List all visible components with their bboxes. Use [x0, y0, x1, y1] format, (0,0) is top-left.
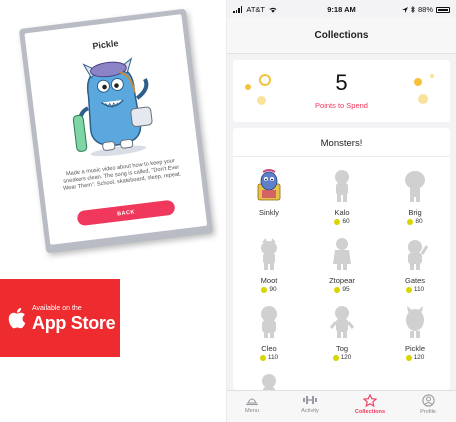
monster-cost-value: 110 [413, 286, 425, 293]
monster-cost: 120 [312, 354, 372, 361]
monster-cost-value: 90 [269, 286, 277, 293]
collections-screen: AT&T 9:18 AM 88% Collections 5 Points to… [226, 0, 456, 422]
status-bar: AT&T 9:18 AM 88% [227, 0, 456, 18]
monsters-card: Monsters! Sinkly Kalo 60 Brig 80 Moot 90… [233, 128, 450, 390]
screenshot-stage: Pickle Made a music video about how to k… [0, 0, 456, 422]
points-label: Points to Spend [315, 101, 368, 110]
activity-icon [303, 396, 317, 404]
monster-item-tog[interactable]: Tog 120 [312, 304, 372, 361]
monster-cost: 80 [385, 218, 445, 225]
monster-name: Tog [335, 344, 349, 353]
coin-icon [405, 286, 412, 293]
monster-item-brig[interactable]: Brig 80 [385, 168, 445, 225]
coin-icon [259, 354, 266, 361]
monster-detail-card: Pickle Made a music video about how to k… [18, 8, 214, 254]
tab-label: Activity [301, 408, 319, 414]
locked-monster-icon [405, 171, 425, 202]
locked-monster-icon [406, 306, 424, 338]
battery-icon [436, 6, 450, 13]
app-store-text: Available on the App Store [32, 304, 116, 333]
monster-cost: 90 [239, 286, 299, 293]
points-value: 5 [335, 70, 348, 95]
points-card: 5 Points to Spend [233, 60, 450, 122]
monster-cost-value: 110 [267, 354, 279, 361]
coin-icon [334, 218, 341, 225]
coin-icon [407, 218, 414, 225]
locked-monster-icon [335, 170, 349, 202]
monster-sinkly-icon [257, 169, 281, 201]
tab-label: Menu [245, 408, 259, 414]
locked-monster-icon [261, 238, 277, 270]
profile-icon [421, 394, 435, 407]
status-right: 88% [401, 5, 450, 14]
monster-name: Sinkly [258, 208, 279, 217]
monster-description: Made a music video about how to keep you… [62, 158, 182, 193]
locked-monster-icon [261, 306, 277, 338]
monster-item-gates[interactable]: Gates 110 [385, 236, 445, 293]
monster-illustration [72, 57, 153, 157]
apple-logo-icon [8, 307, 26, 329]
monster-cost: 60 [312, 218, 372, 225]
monster-item-pickle[interactable]: Pickle 120 [385, 304, 445, 361]
monster-name: Ztopear [329, 276, 355, 285]
monster-item-partial[interactable] [239, 372, 299, 390]
locked-monster-icon [262, 374, 276, 390]
monster-item-cleo[interactable]: Cleo 110 [239, 304, 299, 361]
monster-item-moot[interactable]: Moot 90 [239, 236, 299, 293]
monster-item-kalo[interactable]: Kalo 60 [312, 168, 372, 225]
monster-cost: 95 [312, 286, 372, 293]
detail-screen: Pickle Made a music video about how to k… [24, 14, 208, 245]
section-title: Monsters! [320, 138, 363, 149]
monster-name: Brig [408, 208, 422, 217]
monster-name: Cleo [261, 344, 277, 353]
monster-cost-value: 120 [413, 354, 425, 361]
monster-name: Moot [260, 276, 278, 285]
app-store-big-text: App Store [32, 312, 116, 333]
monster-name: Kalo [334, 208, 350, 217]
menu-icon [246, 398, 258, 406]
location-icon [401, 6, 408, 13]
monster-cost-value: 120 [340, 354, 352, 361]
monster-item-sinkly[interactable]: Sinkly [239, 168, 299, 217]
locked-monster-icon [329, 306, 355, 338]
tab-label: Collections [354, 409, 386, 415]
bluetooth-icon [411, 6, 415, 13]
back-button[interactable]: BACK [76, 199, 176, 227]
app-store-small-text: Available on the [32, 304, 82, 312]
monster-name: Pickle [404, 344, 425, 353]
star-icon [363, 394, 377, 407]
monster-cost-value: 80 [415, 218, 423, 225]
coin-icon [405, 354, 412, 361]
monster-cost-value: 95 [342, 286, 350, 293]
coin-icon [332, 354, 339, 361]
tab-collections[interactable]: Collections [347, 394, 393, 415]
monster-cost: 120 [385, 354, 445, 361]
tab-bar: Menu Activity Collections Profile [227, 390, 456, 422]
divider [233, 156, 450, 157]
tab-profile[interactable]: Profile [405, 394, 451, 415]
tab-label: Profile [420, 409, 436, 415]
monster-cost-value: 60 [342, 218, 350, 225]
locked-monster-icon [333, 238, 351, 270]
monster-cost: 110 [385, 286, 445, 293]
coin-icon [261, 286, 268, 293]
nav-bar: Collections [227, 18, 456, 54]
tab-menu[interactable]: Menu [229, 394, 275, 414]
tab-activity[interactable]: Activity [287, 394, 333, 414]
app-store-badge[interactable]: Available on the App Store [0, 279, 120, 357]
monster-item-ztopear[interactable]: Ztopear 95 [312, 236, 372, 293]
page-title: Collections [314, 30, 369, 41]
monster-cost: 110 [239, 354, 299, 361]
coin-icon [334, 286, 341, 293]
battery-percent: 88% [417, 5, 433, 14]
monster-name: Gates [404, 276, 425, 285]
locked-monster-icon [408, 240, 429, 270]
